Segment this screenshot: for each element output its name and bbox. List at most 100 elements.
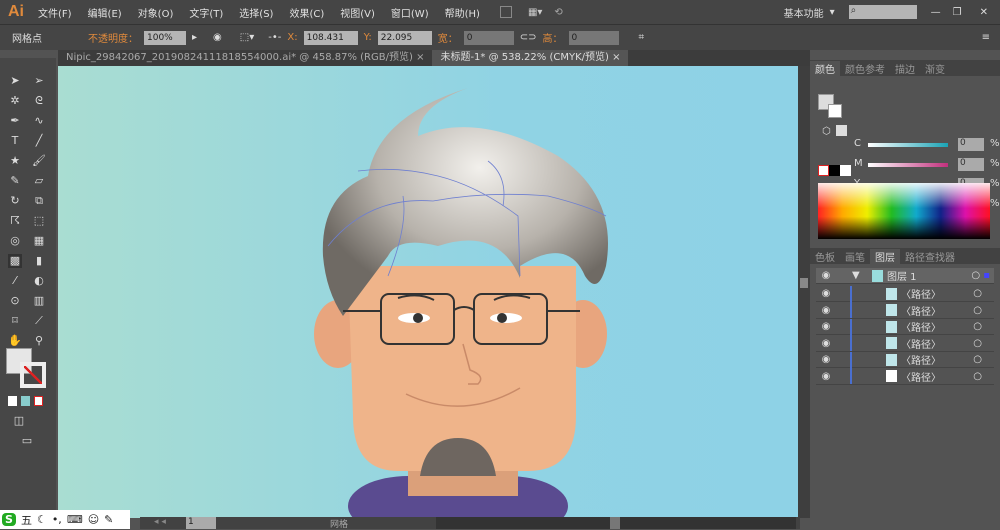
tab-pathfinder[interactable]: 路径查找器 <box>900 249 960 264</box>
opacity-label[interactable]: 不透明度： <box>88 30 138 45</box>
free-transform-icon[interactable]: ⬚ <box>32 214 46 228</box>
target-icon[interactable]: ○ <box>973 354 982 365</box>
height-input[interactable]: 0 <box>568 30 619 45</box>
ime-toolbar[interactable]: S 五 ☾ •, ⌨ ☺ ✎ <box>0 510 130 529</box>
sync-icon[interactable]: ⟲ <box>554 7 562 18</box>
tab-color[interactable]: 颜色 <box>810 60 840 76</box>
menu-window[interactable]: 窗口(W) <box>391 5 429 20</box>
stroke-swatch[interactable] <box>20 362 46 388</box>
out-of-gamut-icon[interactable]: ⬡ <box>822 126 831 137</box>
target-icon[interactable]: ○ <box>973 371 982 382</box>
sublayer-row[interactable]: ◉ 〈路径〉 ○ <box>816 285 994 302</box>
line-tool-icon[interactable]: ╱ <box>32 134 46 148</box>
eye-icon[interactable]: ◉ <box>816 288 836 299</box>
menu-select[interactable]: 选择(S) <box>239 5 273 20</box>
sublayer-row[interactable]: ◉ 〈路径〉 ○ <box>816 318 994 335</box>
keyboard-icon[interactable]: ⌨ <box>67 513 83 526</box>
magenta-slider[interactable] <box>868 163 948 167</box>
tab-stroke[interactable]: 描边 <box>890 61 920 76</box>
cyan-input[interactable]: 0 <box>958 138 984 151</box>
warp-icon[interactable]: ☈ <box>8 214 22 228</box>
sublayer-row[interactable]: ◉ 〈路径〉 ○ <box>816 302 994 319</box>
shape-builder-icon[interactable]: ◎ <box>8 234 22 248</box>
gamut-swatch[interactable] <box>836 125 847 136</box>
link-icon[interactable]: ⊂⊃ <box>520 32 537 43</box>
eye-icon[interactable]: ◉ <box>816 354 836 365</box>
type-tool-icon[interactable]: T <box>8 134 22 148</box>
panel-menu-icon[interactable]: ≡ <box>982 32 990 43</box>
eye-icon[interactable]: ◉ <box>816 371 836 382</box>
tab-document-2[interactable]: 未标题-1* @ 538.22% (CMYK/预览) × <box>432 50 629 66</box>
stroke-swatch[interactable] <box>828 104 842 118</box>
eye-icon[interactable]: ◉ <box>816 270 836 281</box>
target-icon[interactable]: ○ <box>973 288 982 299</box>
bridge-icon[interactable] <box>499 6 512 18</box>
brush-icon[interactable]: 🖌 <box>32 154 46 168</box>
scale-icon[interactable]: ⧉ <box>32 194 46 208</box>
artboard-icon[interactable]: ⌑ <box>8 314 22 328</box>
vertical-scrollbar[interactable] <box>798 66 810 518</box>
slice-icon[interactable]: ⟋ <box>32 314 46 328</box>
menu-type[interactable]: 文字(T) <box>189 5 223 20</box>
punctuation-icon[interactable]: •, <box>52 513 62 526</box>
wrench-icon[interactable]: ✎ <box>104 513 113 526</box>
x-input[interactable]: 108.431 <box>303 30 358 45</box>
symbol-sprayer-icon[interactable]: ⊙ <box>8 294 22 308</box>
sublayer-row[interactable]: ◉ 〈路径〉 ○ <box>816 368 994 385</box>
y-input[interactable]: 22.095 <box>377 30 432 45</box>
tab-swatches[interactable]: 色板 <box>810 249 840 264</box>
mesh-tool-icon[interactable]: ▩ <box>8 254 22 268</box>
opacity-input[interactable]: 100% <box>144 30 186 45</box>
user-icon[interactable]: ☺ <box>88 513 99 526</box>
quick-swatches[interactable] <box>818 165 851 176</box>
expand-triangle-icon[interactable]: ▼ <box>852 270 872 281</box>
minimize-button[interactable]: — <box>931 7 941 18</box>
layer-row[interactable]: ◉ ▼ 图层 1 ○ ▪ <box>816 268 994 284</box>
menu-object[interactable]: 对象(O) <box>138 5 174 20</box>
eye-icon[interactable]: ◉ <box>816 338 836 349</box>
menu-file[interactable]: 文件(F) <box>38 5 72 20</box>
pen-tool-icon[interactable]: ✒ <box>8 114 22 128</box>
anchor-icon[interactable]: -•- <box>268 32 281 43</box>
artboard-canvas[interactable] <box>58 66 798 518</box>
target-icon[interactable]: ○ <box>973 305 982 316</box>
color-mode-buttons[interactable] <box>8 396 48 406</box>
zoom-icon[interactable]: ⚲ <box>32 334 46 348</box>
magenta-input[interactable]: 0 <box>958 158 984 171</box>
eyedropper-icon[interactable]: ⁄ <box>8 274 22 288</box>
ime-mode[interactable]: 五 <box>21 512 32 528</box>
isolate-icon[interactable]: ⌗ <box>639 32 645 43</box>
transform-icon[interactable]: ⬚▾ <box>240 32 254 43</box>
blend-icon[interactable]: ◐ <box>32 274 46 288</box>
color-spectrum[interactable] <box>818 183 990 239</box>
page-nav-icon[interactable]: ◂ ◂ <box>154 517 166 527</box>
close-icon[interactable]: × <box>416 52 424 63</box>
perspective-icon[interactable]: ▦ <box>32 234 46 248</box>
tab-brushes[interactable]: 画笔 <box>840 249 870 264</box>
width-input[interactable]: 0 <box>463 30 514 45</box>
sublayer-row[interactable]: ◉ 〈路径〉 ○ <box>816 351 994 368</box>
opacity-arrow-button[interactable]: ▸ <box>192 32 197 43</box>
tab-document-1[interactable]: Nipic_29842067_20190824111818554000.ai* … <box>58 50 432 66</box>
curvature-icon[interactable]: ∿ <box>32 114 46 128</box>
menu-help[interactable]: 帮助(H) <box>445 5 480 20</box>
workspace-switcher[interactable]: 基本功能 <box>784 5 824 20</box>
menu-effect[interactable]: 效果(C) <box>289 5 324 20</box>
recolor-icon[interactable]: ◉ <box>213 32 222 43</box>
screen-mode-icon[interactable]: ▭ <box>20 434 34 448</box>
close-button[interactable]: ✕ <box>980 7 988 18</box>
restore-button[interactable]: ❐ <box>953 7 962 18</box>
eye-icon[interactable]: ◉ <box>816 305 836 316</box>
page-input[interactable]: 1 <box>186 517 216 529</box>
horizontal-scrollbar[interactable] <box>436 517 796 529</box>
tab-layers[interactable]: 图层 <box>870 248 900 264</box>
target-icon[interactable]: ○ <box>973 338 982 349</box>
direct-selection-tool-icon[interactable]: ➢ <box>32 74 46 88</box>
moon-icon[interactable]: ☾ <box>37 513 47 526</box>
target-icon[interactable]: ○ <box>973 321 982 332</box>
eye-icon[interactable]: ◉ <box>816 321 836 332</box>
close-icon[interactable]: × <box>612 52 620 63</box>
target-icon[interactable]: ○ ▪ <box>971 270 990 281</box>
tab-color-guide[interactable]: 颜色参考 <box>840 61 890 76</box>
hand-icon[interactable]: ✋ <box>8 334 22 348</box>
